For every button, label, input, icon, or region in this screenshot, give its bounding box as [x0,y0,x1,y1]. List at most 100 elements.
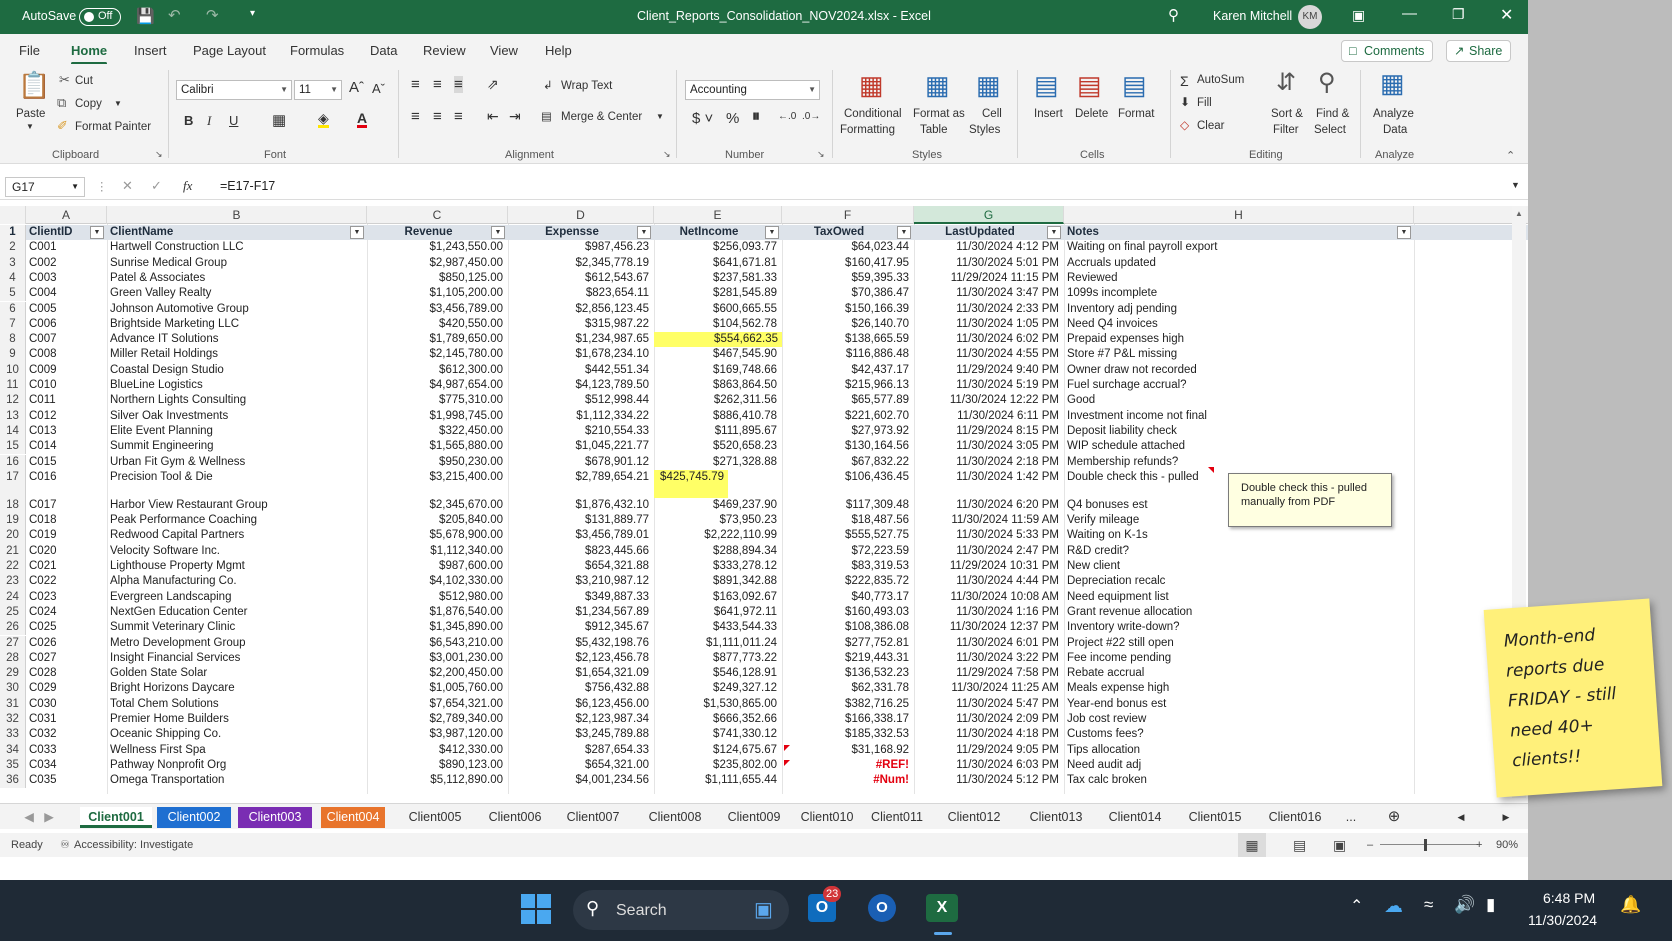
table-cell[interactable]: $219,443.31 [785,651,909,666]
row-number[interactable]: 16 [0,454,26,470]
table-cell[interactable]: C026 [29,636,102,651]
table-cell[interactable]: $117,309.48 [785,498,909,513]
table-cell[interactable]: Store #7 P&L missing [1067,347,1409,362]
decrease-indent-icon[interactable]: ⇤ [487,108,499,125]
table-cell[interactable]: Inventory adj pending [1067,302,1409,317]
table-cell[interactable]: 11/29/2024 8:15 PM [917,424,1059,439]
table-cell[interactable]: 11/30/2024 12:22 PM [917,393,1059,408]
table-cell[interactable]: Precision Tool & Die [110,470,362,498]
table-cell[interactable]: $2,987,450.00 [370,256,503,271]
excel-taskbar-icon[interactable]: X [926,894,958,922]
comment-indicator[interactable] [1208,466,1214,473]
table-cell[interactable]: C013 [29,424,102,439]
row-number[interactable]: 6 [0,301,26,317]
table-cell[interactable]: $163,092.67 [657,590,777,605]
sheet-tab[interactable]: Client003 [238,807,312,828]
sheet-tab[interactable]: Client009 [719,807,789,828]
tab-help[interactable]: Help [545,43,572,58]
table-cell[interactable]: C001 [29,240,102,255]
table-cell[interactable]: 11/30/2024 11:25 AM [917,681,1059,696]
table-cell[interactable]: C006 [29,317,102,332]
filter-dropdown-icon[interactable]: ▼ [765,226,779,239]
table-cell[interactable]: 1099s incomplete [1067,286,1409,301]
table-cell[interactable]: 11/30/2024 5:12 PM [917,773,1059,788]
table-cell[interactable]: Premier Home Builders [110,712,362,727]
column-header[interactable]: E [654,206,782,224]
table-cell[interactable]: Membership refunds? [1067,455,1409,470]
table-cell[interactable]: NextGen Education Center [110,605,362,620]
scroll-up-icon[interactable]: ▲ [1515,209,1523,218]
align-right-icon[interactable]: ≡ [454,108,463,125]
font-color-icon[interactable]: A [357,111,368,128]
table-cell[interactable]: $877,773.22 [657,651,777,666]
table-cell[interactable]: Oceanic Shipping Co. [110,727,362,742]
table-cell[interactable]: $3,245,789.88 [511,727,649,742]
comma-icon[interactable]: ⏸ [752,108,760,126]
table-cell[interactable]: Miller Retail Holdings [110,347,362,362]
sheet-tab[interactable]: Client010 [796,807,858,828]
table-cell[interactable]: $65,577.89 [785,393,909,408]
add-sheet-icon[interactable]: ⊕ [1384,807,1404,828]
table-cell[interactable]: $333,278.12 [657,559,777,574]
table-cell[interactable]: $1,876,540.00 [370,605,503,620]
table-cell[interactable]: New client [1067,559,1409,574]
sheet-scroll-left-icon[interactable]: ◀ [1451,807,1471,828]
table-cell[interactable]: $442,551.34 [511,363,649,378]
table-cell[interactable]: $2,123,987.34 [511,712,649,727]
table-cell[interactable]: BlueLine Logistics [110,378,362,393]
table-cell[interactable]: 11/29/2024 7:58 PM [917,666,1059,681]
row-number[interactable]: 20 [0,528,26,544]
table-cell[interactable]: 11/30/2024 1:16 PM [917,605,1059,620]
increase-indent-icon[interactable]: ⇥ [509,108,521,125]
table-cell[interactable]: Northern Lights Consulting [110,393,362,408]
table-cell[interactable]: $987,456.23 [511,240,649,255]
clock-date[interactable]: 11/30/2024 [1528,912,1597,928]
table-cell[interactable]: $912,345.67 [511,620,649,635]
zoom-in-icon[interactable]: + [1476,833,1482,857]
table-cell[interactable]: $1,530,865.00 [657,697,777,712]
table-cell[interactable]: $678,901.12 [511,455,649,470]
table-cell[interactable]: Harbor View Restaurant Group [110,498,362,513]
row-number[interactable]: 23 [0,574,26,590]
table-cell[interactable]: $987,600.00 [370,559,503,574]
table-cell[interactable]: C007 [29,332,102,347]
tab-scroll-left-icon[interactable]: ◀ [22,807,36,828]
table-cell[interactable]: R&D credit? [1067,544,1409,559]
row-number[interactable]: 5 [0,286,26,302]
table-cell[interactable]: Coastal Design Studio [110,363,362,378]
table-cell[interactable]: $654,321.88 [511,559,649,574]
column-header[interactable]: C [367,206,508,224]
table-cell[interactable]: $546,128.91 [657,666,777,681]
table-cell[interactable]: 11/30/2024 6:01 PM [917,636,1059,651]
row-number[interactable]: 12 [0,393,26,409]
table-cell[interactable]: Inventory write-down? [1067,620,1409,635]
table-cell[interactable]: $322,450.00 [370,424,503,439]
table-cell[interactable]: $1,243,550.00 [370,240,503,255]
sheet-tab[interactable]: Client002 [157,807,231,828]
sheet-tab[interactable]: Client015 [1180,807,1250,828]
table-cell[interactable]: 11/30/2024 3:22 PM [917,651,1059,666]
table-cell[interactable]: 11/30/2024 3:47 PM [917,286,1059,301]
table-cell[interactable]: 11/30/2024 1:42 PM [917,470,1059,498]
tab-page-layout[interactable]: Page Layout [193,43,266,58]
clock-time[interactable]: 6:48 PM [1543,890,1595,906]
table-cell[interactable]: Accruals updated [1067,256,1409,271]
table-cell[interactable]: 11/30/2024 2:18 PM [917,455,1059,470]
table-cell[interactable]: Prepaid expenses high [1067,332,1409,347]
table-cell[interactable]: $612,300.00 [370,363,503,378]
zoom-out-icon[interactable]: – [1367,833,1373,857]
row-number[interactable]: 36 [0,773,26,789]
table-cell[interactable]: $412,330.00 [370,743,503,758]
error-indicator[interactable] [784,759,790,766]
table-cell[interactable]: $3,987,120.00 [370,727,503,742]
row-number[interactable]: 22 [0,559,26,575]
table-cell[interactable]: $73,950.23 [657,513,777,528]
zoom-level[interactable]: 90% [1496,833,1518,857]
tab-data[interactable]: Data [370,43,397,58]
align-left-icon[interactable]: ≡ [411,108,420,125]
table-cell[interactable]: $111,895.67 [657,424,777,439]
table-cell[interactable]: 11/30/2024 5:19 PM [917,378,1059,393]
sheet-scroll-right-icon[interactable]: ▶ [1496,807,1516,828]
customize-qat-icon[interactable]: ▾ [250,8,255,19]
avatar[interactable]: KM [1298,5,1322,29]
